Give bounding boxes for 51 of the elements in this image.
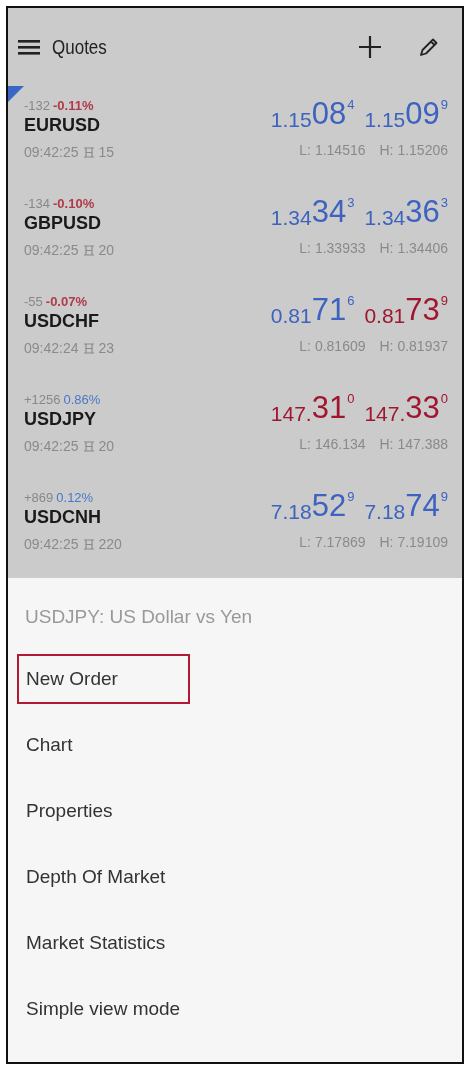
menu-icon[interactable] [18,38,40,56]
change-percent: -0.10% [53,196,95,211]
menu-item[interactable]: Depth Of Market [17,852,238,902]
spread-value: 23 [98,340,115,356]
menu-item[interactable]: Simple view mode [17,984,253,1034]
low-price: L: 146.134 [299,436,366,452]
quote-time: 09:42:25 [24,438,79,454]
change-points: -134 [24,196,51,211]
low-price: L: 1.14516 [299,142,366,158]
spread-icon [82,440,95,452]
spread-value: 20 [98,438,115,454]
high-price: H: 147.388 [379,436,448,452]
low-price: L: 0.81609 [299,338,366,354]
change-percent: -0.11% [53,98,94,113]
low-price: L: 1.33933 [299,240,366,256]
spread-value: 20 [98,242,115,258]
symbol-name: USDCHF [24,311,100,332]
quote-time: 09:42:24 [24,340,79,356]
symbol-name: EURUSD [24,115,101,136]
menu-item[interactable]: Properties [17,786,185,836]
high-price: H: 1.34406 [379,240,448,256]
add-icon[interactable] [358,35,382,59]
symbol-name: USDCNH [24,507,102,528]
symbol-name: USDJPY [24,409,98,430]
menu-item[interactable]: New Order [17,654,190,704]
change-points: -132 [24,98,51,113]
high-price: H: 1.15206 [379,142,448,158]
change-points: +869 [24,490,54,505]
menu-item[interactable]: Chart [17,720,145,770]
change-percent: 0.12% [56,490,94,505]
quote-time: 09:42:25 [24,144,79,160]
low-price: L: 7.17869 [299,534,366,550]
spread-icon [82,146,95,158]
high-price: H: 7.19109 [379,534,448,550]
change-points: +1256 [24,392,61,407]
spread-value: 15 [98,144,115,160]
spread-icon [82,538,95,550]
high-price: H: 0.81937 [379,338,448,354]
pencil-icon[interactable] [418,36,440,58]
symbol-name: GBPUSD [24,213,102,234]
screen-title: Quotes [52,35,107,59]
spread-icon [82,342,95,354]
change-percent: 0.86% [63,392,101,407]
quote-time: 09:42:25 [24,536,79,552]
spread-icon [82,244,95,256]
change-percent: -0.07% [45,294,87,309]
menu-item[interactable]: Market Statistics [17,918,238,968]
menu-title: USDJPY: US Dollar vs Yen [24,606,254,629]
change-points: -55 [24,294,43,309]
quote-time: 09:42:25 [24,242,79,258]
spread-value: 220 [98,536,122,552]
